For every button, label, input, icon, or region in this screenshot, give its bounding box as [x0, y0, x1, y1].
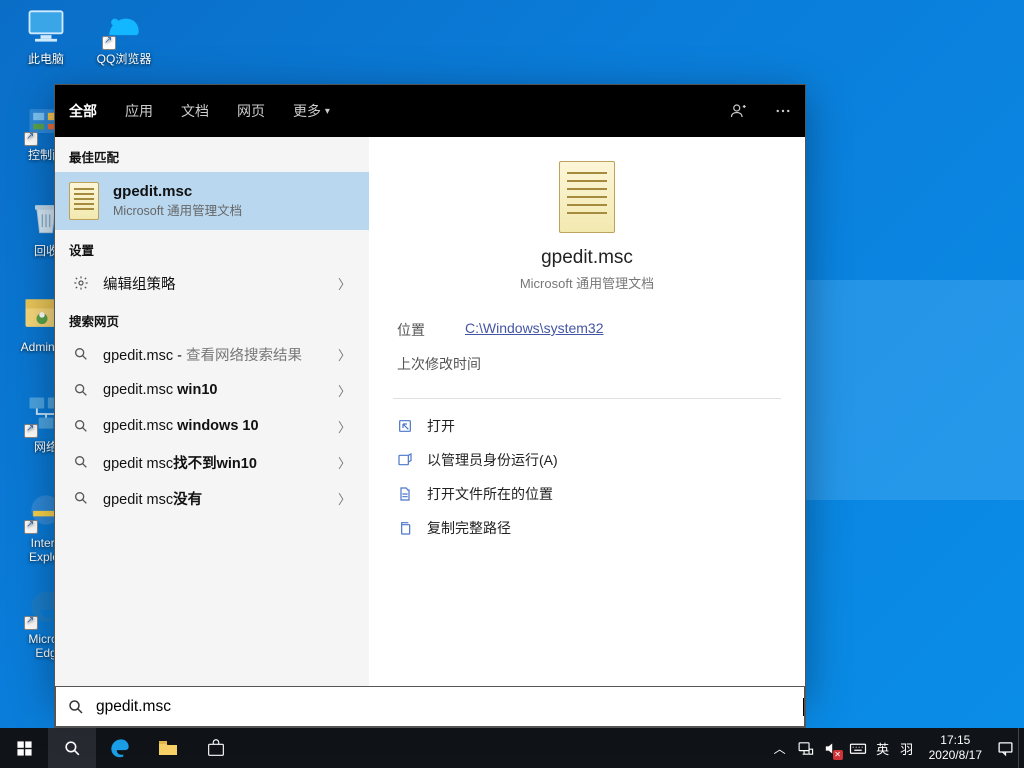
tray-action-center-icon[interactable]: [992, 728, 1018, 768]
action-label: 以管理员身份运行(A): [427, 450, 558, 470]
modified-label: 上次修改时间: [397, 354, 481, 374]
search-icon: [73, 418, 89, 434]
action-label: 打开: [427, 416, 455, 436]
desktop-icon-this-pc[interactable]: 此电脑: [8, 4, 84, 66]
best-match-label: 最佳匹配: [55, 137, 369, 172]
separator: [393, 398, 781, 399]
chevron-right-icon: 〉: [338, 453, 351, 472]
chevron-right-icon: 〉: [338, 489, 351, 508]
row-label: gpedit.msc - 查看网络搜索结果: [103, 344, 302, 365]
detail-subtitle: Microsoft 通用管理文档: [520, 273, 654, 292]
shield-icon: [397, 452, 413, 468]
tray-chevron-up-icon[interactable]: ︿: [767, 728, 793, 768]
shortcut-arrow-icon: [24, 424, 38, 438]
row-label: gpedit.msc windows 10: [103, 418, 259, 434]
tab-all[interactable]: 全部: [55, 85, 111, 137]
ellipsis-icon[interactable]: [761, 85, 805, 137]
search-icon: [73, 382, 89, 398]
copy-icon: [397, 520, 413, 536]
action-open-location[interactable]: 打开文件所在的位置: [397, 477, 777, 511]
shortcut-arrow-icon: [24, 520, 38, 534]
settings-item[interactable]: 编辑组策略 〉: [55, 265, 369, 301]
search-input[interactable]: [96, 698, 1024, 716]
row-label: gpedit msc找不到win10: [103, 452, 257, 473]
desktop: 此电脑 QQ浏览器 控制面 回收 Adminis 网络 Intern Explo…: [0, 0, 1024, 768]
web-search-item[interactable]: gpedit msc没有 〉: [55, 480, 369, 516]
feedback-icon[interactable]: [717, 85, 761, 137]
tab-apps[interactable]: 应用: [111, 85, 167, 137]
detail-title: gpedit.msc: [541, 247, 633, 269]
search-icon: [73, 490, 89, 506]
row-label: 编辑组策略: [103, 273, 176, 294]
settings-label: 设置: [55, 230, 369, 265]
web-search-item[interactable]: gpedit.msc - 查看网络搜索结果 〉: [55, 336, 369, 372]
tab-docs[interactable]: 文档: [167, 85, 223, 137]
row-label: gpedit.msc win10: [103, 382, 217, 398]
gear-icon: [73, 275, 89, 291]
search-tabs: 全部 应用 文档 网页 更多 ▾: [55, 85, 805, 137]
tray-volume-icon[interactable]: ✕: [819, 728, 845, 768]
action-label: 打开文件所在的位置: [427, 484, 553, 504]
search-icon: [56, 698, 96, 716]
show-desktop-button[interactable]: [1018, 728, 1024, 768]
action-run-admin[interactable]: 以管理员身份运行(A): [397, 443, 777, 477]
taskbar-store[interactable]: [192, 728, 240, 768]
clock-time: 17:15: [929, 733, 982, 748]
web-search-item[interactable]: gpedit msc找不到win10 〉: [55, 444, 369, 480]
action-copy-path[interactable]: 复制完整路径: [397, 511, 777, 545]
best-match-subtitle: Microsoft 通用管理文档: [113, 200, 242, 219]
wallpaper-accent: [804, 280, 1024, 500]
results-list: 最佳匹配 gpedit.msc Microsoft 通用管理文档 设置 编辑组策…: [55, 137, 369, 699]
search-icon: [73, 346, 89, 362]
search-button[interactable]: [48, 728, 96, 768]
label: 此电脑: [8, 52, 84, 66]
tray-ime-lang[interactable]: 英: [871, 728, 895, 768]
result-detail: gpedit.msc Microsoft 通用管理文档 位置 C:\Window…: [369, 137, 805, 699]
best-match-title: gpedit.msc: [113, 183, 242, 200]
search-icon: [73, 454, 89, 470]
location-link[interactable]: C:\Windows\system32: [465, 320, 603, 340]
tab-web[interactable]: 网页: [223, 85, 279, 137]
tray-clock[interactable]: 17:15 2020/8/17: [919, 733, 992, 763]
chevron-right-icon: 〉: [338, 274, 351, 293]
shortcut-arrow-icon: [24, 132, 38, 146]
search-box[interactable]: [54, 686, 806, 728]
location-label: 位置: [397, 320, 425, 340]
document-icon: [69, 182, 99, 220]
shortcut-arrow-icon: [102, 36, 116, 50]
text-caret: [803, 698, 804, 716]
taskbar-explorer[interactable]: [144, 728, 192, 768]
web-search-label: 搜索网页: [55, 301, 369, 336]
tray-keyboard-icon[interactable]: [845, 728, 871, 768]
document-icon: [559, 161, 615, 233]
system-tray: ︿ ✕ 英 羽 17:15 2020/8/17: [767, 728, 1024, 768]
clock-date: 2020/8/17: [929, 748, 982, 763]
web-search-item[interactable]: gpedit.msc win10 〉: [55, 372, 369, 408]
chevron-right-icon: 〉: [338, 381, 351, 400]
tray-network-icon[interactable]: [793, 728, 819, 768]
chevron-down-icon: ▾: [325, 106, 330, 117]
web-search-item[interactable]: gpedit.msc windows 10 〉: [55, 408, 369, 444]
taskbar-edge[interactable]: [96, 728, 144, 768]
open-icon: [397, 418, 413, 434]
tray-ime-mode[interactable]: 羽: [895, 728, 919, 768]
folder-icon: [397, 486, 413, 502]
label: QQ浏览器: [86, 52, 162, 66]
search-results-panel: 全部 应用 文档 网页 更多 ▾ 最佳匹配 gpedit.msc Microso…: [54, 84, 806, 698]
shortcut-arrow-icon: [24, 616, 38, 630]
start-button[interactable]: [0, 728, 48, 768]
taskbar: ︿ ✕ 英 羽 17:15 2020/8/17: [0, 728, 1024, 768]
chevron-right-icon: 〉: [338, 417, 351, 436]
action-open[interactable]: 打开: [397, 409, 777, 443]
chevron-right-icon: 〉: [338, 345, 351, 364]
desktop-icon-qq-browser[interactable]: QQ浏览器: [86, 4, 162, 66]
best-match-item[interactable]: gpedit.msc Microsoft 通用管理文档: [55, 172, 369, 230]
row-label: gpedit msc没有: [103, 488, 202, 509]
tab-more[interactable]: 更多 ▾: [279, 85, 344, 137]
action-label: 复制完整路径: [427, 518, 511, 538]
